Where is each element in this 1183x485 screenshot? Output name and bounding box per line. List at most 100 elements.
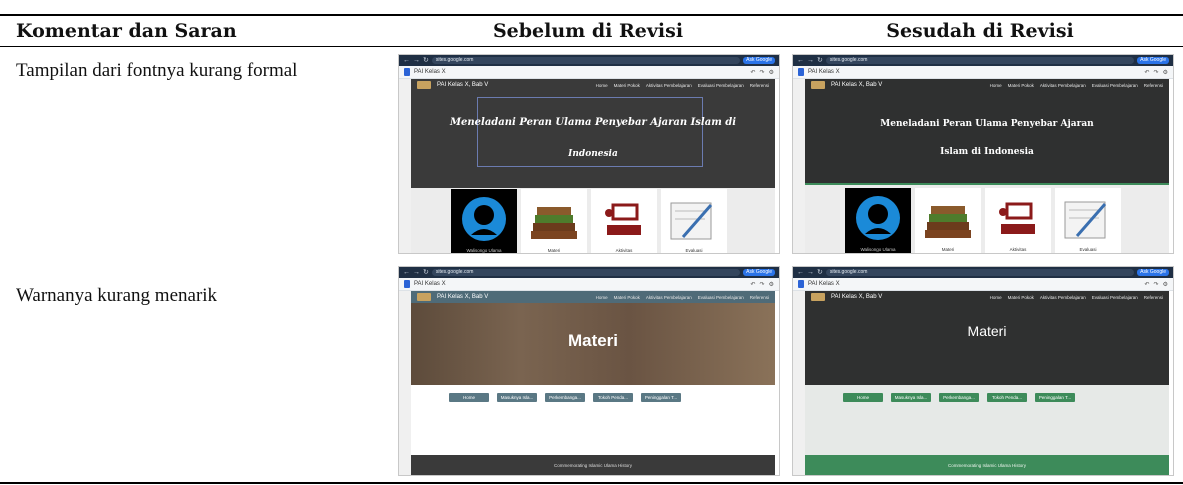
footer-text: Commemorating Islamic Ulama History xyxy=(553,463,633,468)
nav-referensi[interactable]: Referensi xyxy=(1144,295,1163,300)
forward-arrow-icon[interactable]: → xyxy=(413,57,420,64)
site-brand: PAI Kelas X, Bab V xyxy=(831,82,883,88)
btn-peninggalan[interactable]: Peninggalan T... xyxy=(641,393,681,402)
nav-aktivitas[interactable]: Aktivitas Pembelajaran xyxy=(646,295,692,300)
nav-home[interactable]: Home xyxy=(596,295,608,300)
address-bar[interactable]: sites.google.com xyxy=(825,57,1135,64)
back-arrow-icon[interactable]: ← xyxy=(403,57,410,64)
settings-icon[interactable]: ⚙ xyxy=(1163,69,1168,76)
card-evaluasi[interactable]: Evaluasi xyxy=(1055,188,1121,253)
nav-evaluasi[interactable]: Evaluasi Pembelajaran xyxy=(698,295,744,300)
screenshot-row2-after: ← → ↻ sites.google.com Ask Google PAI Ke… xyxy=(792,266,1174,476)
presentation-icon xyxy=(999,202,1035,234)
table-header-rule xyxy=(0,46,1183,47)
address-bar[interactable]: sites.google.com xyxy=(825,269,1135,276)
btn-home[interactable]: Home xyxy=(843,393,883,402)
undo-icon[interactable]: ↶ xyxy=(751,69,756,76)
card-ulama[interactable]: Walisongo Ulama xyxy=(845,188,911,253)
nav-referensi[interactable]: Referensi xyxy=(750,295,769,300)
nav-aktivitas[interactable]: Aktivitas Pembelajaran xyxy=(1040,295,1086,300)
reload-icon[interactable]: ↻ xyxy=(817,269,823,276)
btn-peninggalan[interactable]: Peninggalan T... xyxy=(1035,393,1075,402)
comment-row-1: Tampilan dari fontnya kurang formal xyxy=(16,60,298,81)
redo-icon[interactable]: ↷ xyxy=(1154,69,1159,76)
redo-icon[interactable]: ↷ xyxy=(760,281,765,288)
books-icon xyxy=(531,207,577,239)
nav-evaluasi[interactable]: Evaluasi Pembelajaran xyxy=(698,83,744,88)
nav-materi[interactable]: Materi Pokok xyxy=(1008,83,1034,88)
btn-perkembangan[interactable]: Perkembanga... xyxy=(939,393,979,402)
writing-hand-icon xyxy=(1064,201,1107,239)
card-label: Evaluasi xyxy=(1079,247,1097,252)
settings-icon[interactable]: ⚙ xyxy=(1163,281,1168,288)
ask-google-button[interactable]: Ask Google xyxy=(1137,269,1169,276)
nav-evaluasi[interactable]: Evaluasi Pembelajaran xyxy=(1092,83,1138,88)
browser-bar: ← → ↻ sites.google.com Ask Google xyxy=(793,267,1173,278)
settings-icon[interactable]: ⚙ xyxy=(769,69,774,76)
forward-arrow-icon[interactable]: → xyxy=(413,269,420,276)
editor-side-strip xyxy=(793,291,805,475)
sites-toolbar: PAI Kelas X ↶ ↷ ⚙ xyxy=(793,66,1173,79)
hero-title-line2: Indonesia xyxy=(568,149,618,159)
reload-icon[interactable]: ↻ xyxy=(423,57,429,64)
address-bar[interactable]: sites.google.com xyxy=(431,57,741,64)
editor-side-strip xyxy=(793,79,805,253)
nav-referensi[interactable]: Referensi xyxy=(1144,83,1163,88)
site-brand: PAI Kelas X, Bab V xyxy=(437,82,489,88)
nav-materi[interactable]: Materi Pokok xyxy=(614,83,640,88)
nav-home[interactable]: Home xyxy=(990,83,1002,88)
back-arrow-icon[interactable]: ← xyxy=(403,269,410,276)
forward-arrow-icon[interactable]: → xyxy=(807,57,814,64)
card-aktivitas[interactable]: Aktivitas xyxy=(985,188,1051,253)
redo-icon[interactable]: ↷ xyxy=(760,69,765,76)
screenshot-row2-before: ← → ↻ sites.google.com Ask Google PAI Ke… xyxy=(398,266,780,476)
cards-section: Walisongo Ulama Materi Aktivitas Evaluas… xyxy=(411,188,775,253)
card-label: Materi xyxy=(941,247,955,252)
ask-google-button[interactable]: Ask Google xyxy=(743,57,775,64)
nav-referensi[interactable]: Referensi xyxy=(750,83,769,88)
btn-tokoh[interactable]: Tokoh Penda... xyxy=(593,393,633,402)
hero-section: PAI Kelas X, Bab V Home Materi Pokok Akt… xyxy=(805,291,1169,385)
btn-masuknya[interactable]: Masuknya Isla... xyxy=(497,393,537,402)
card-materi[interactable]: Materi xyxy=(915,188,981,253)
sites-toolbar: PAI Kelas X ↶ ↷ ⚙ xyxy=(399,278,779,291)
ask-google-button[interactable]: Ask Google xyxy=(1137,57,1169,64)
nav-home[interactable]: Home xyxy=(596,83,608,88)
settings-icon[interactable]: ⚙ xyxy=(769,281,774,288)
btn-masuknya[interactable]: Masuknya Isla... xyxy=(891,393,931,402)
nav-materi[interactable]: Materi Pokok xyxy=(614,295,640,300)
card-label: Evaluasi xyxy=(685,248,703,253)
undo-icon[interactable]: ↶ xyxy=(751,281,756,288)
address-bar[interactable]: sites.google.com xyxy=(431,269,741,276)
redo-icon[interactable]: ↷ xyxy=(1154,281,1159,288)
forward-arrow-icon[interactable]: → xyxy=(807,269,814,276)
nav-home[interactable]: Home xyxy=(990,295,1002,300)
card-label: Walisongo Ulama xyxy=(466,248,502,253)
books-icon xyxy=(925,206,971,238)
nav-materi[interactable]: Materi Pokok xyxy=(1008,295,1034,300)
back-arrow-icon[interactable]: ← xyxy=(797,269,804,276)
card-aktivitas[interactable]: Aktivitas xyxy=(591,189,657,253)
nav-aktivitas[interactable]: Aktivitas Pembelajaran xyxy=(646,83,692,88)
doc-title: PAI Kelas X xyxy=(414,281,446,287)
doc-icon xyxy=(798,68,804,76)
undo-icon[interactable]: ↶ xyxy=(1145,69,1150,76)
card-evaluasi[interactable]: Evaluasi xyxy=(661,189,727,253)
hero-section: PAI Kelas X, Bab V Home Materi Pokok Akt… xyxy=(411,79,775,188)
card-materi[interactable]: Materi xyxy=(521,189,587,253)
reload-icon[interactable]: ↻ xyxy=(817,57,823,64)
nav-evaluasi[interactable]: Evaluasi Pembelajaran xyxy=(1092,295,1138,300)
site-logo xyxy=(417,293,431,301)
btn-tokoh[interactable]: Tokoh Penda... xyxy=(987,393,1027,402)
card-label: Aktivitas xyxy=(615,248,633,253)
back-arrow-icon[interactable]: ← xyxy=(797,57,804,64)
hero-section: PAI Kelas X, Bab V Home Materi Pokok Akt… xyxy=(805,79,1169,183)
nav-aktivitas[interactable]: Aktivitas Pembelajaran xyxy=(1040,83,1086,88)
undo-icon[interactable]: ↶ xyxy=(1145,281,1150,288)
btn-home[interactable]: Home xyxy=(449,393,489,402)
ask-google-button[interactable]: Ask Google xyxy=(743,269,775,276)
cards-section: Walisongo Ulama Materi Aktivitas Evaluas… xyxy=(805,185,1169,253)
btn-perkembangan[interactable]: Perkembanga... xyxy=(545,393,585,402)
reload-icon[interactable]: ↻ xyxy=(423,269,429,276)
card-ulama[interactable]: Walisongo Ulama xyxy=(451,189,517,253)
